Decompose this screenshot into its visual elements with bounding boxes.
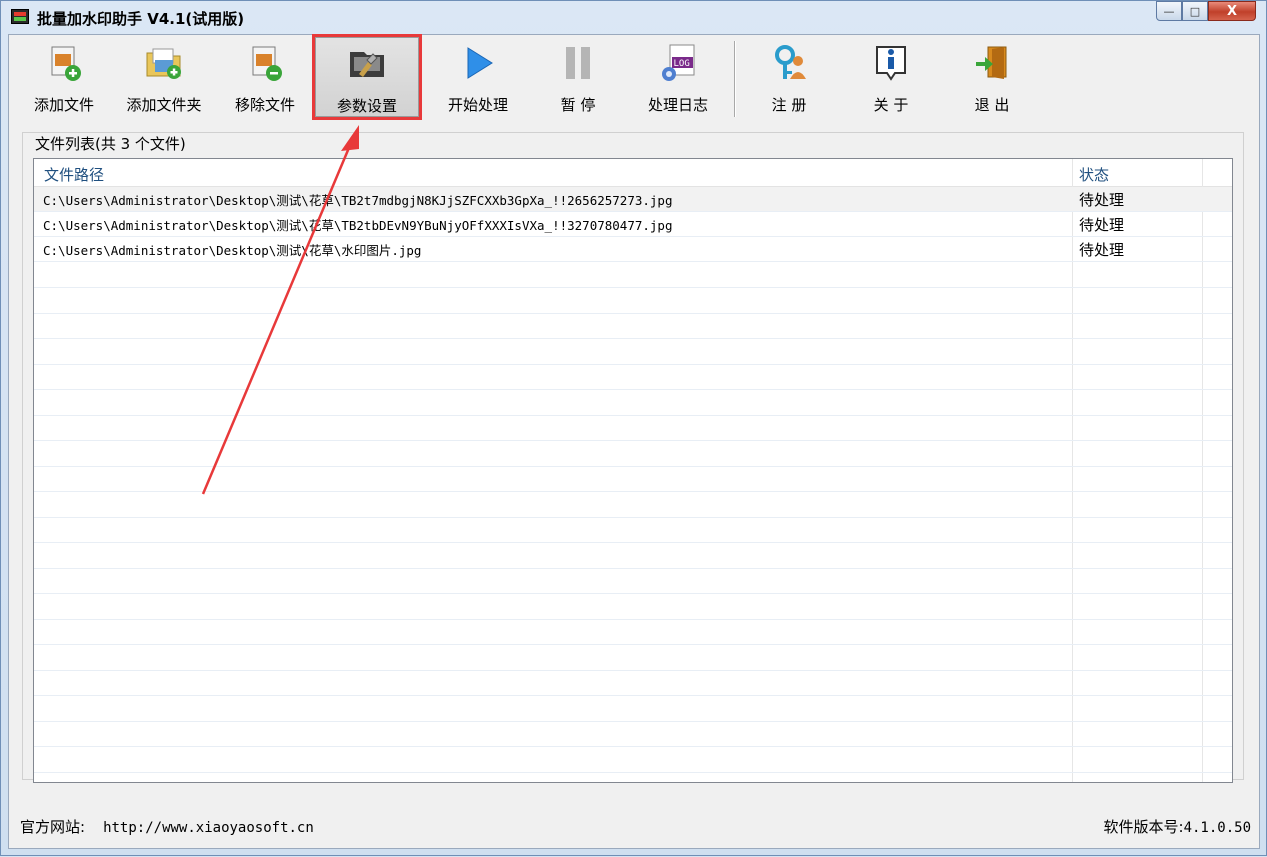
register-button[interactable]: 注 册	[751, 37, 827, 117]
add-file-button[interactable]: 添加文件	[22, 37, 106, 117]
about-button[interactable]: 关 于	[853, 37, 929, 117]
toolbar-label: 参数设置	[336, 97, 397, 115]
remove-file-icon	[252, 46, 282, 81]
log-button[interactable]: LOG 处理日志	[633, 37, 723, 117]
file-path-cell: C:\Users\Administrator\Desktop\测试\花草\TB2…	[43, 218, 673, 233]
settings-button[interactable]: 参数设置	[312, 34, 422, 120]
toolbar: 添加文件 添加文件夹 移除文件 参数设置 开始处理 暂 停 LOG 处理日志 注…	[9, 34, 1259, 121]
svg-text:LOG: LOG	[674, 59, 690, 69]
toolbar-separator	[734, 41, 736, 117]
maximize-icon: □	[1189, 4, 1201, 18]
empty-row-line	[34, 491, 1232, 492]
close-button[interactable]: X	[1208, 1, 1256, 21]
table-row[interactable]: C:\Users\Administrator\Desktop\测试\花草\TB2…	[34, 187, 1232, 212]
maximize-button[interactable]: □	[1182, 1, 1208, 21]
close-icon: X	[1226, 3, 1238, 19]
toolbar-label: 移除文件	[234, 96, 295, 114]
empty-row-line	[34, 465, 1232, 467]
website-label: 官方网站:	[20, 818, 86, 836]
empty-row-line	[34, 389, 1232, 390]
status-cell: 待处理	[1079, 191, 1125, 209]
empty-row-line	[34, 771, 1232, 773]
table-row[interactable]: C:\Users\Administrator\Desktop\测试\花草\TB2…	[34, 212, 1232, 237]
toolbar-label: 添加文件夹	[126, 96, 202, 114]
settings-icon	[350, 52, 384, 77]
column-header-status[interactable]: 状态	[1079, 164, 1109, 185]
file-path-cell: C:\Users\Administrator\Desktop\测试\花草\水印图…	[43, 243, 422, 258]
footer-version: 软件版本号:4.1.0.50	[1104, 816, 1252, 837]
empty-row-line	[34, 516, 1232, 518]
empty-row-line	[34, 746, 1232, 747]
empty-row-line	[34, 593, 1232, 594]
start-button[interactable]: 开始处理	[433, 37, 523, 117]
info-icon	[876, 46, 906, 81]
empty-row-line	[34, 618, 1232, 620]
status-cell: 待处理	[1079, 216, 1125, 234]
empty-row-line	[34, 287, 1232, 288]
file-list-group-label: 文件列表(共 3 个文件)	[33, 133, 188, 154]
empty-row-line	[34, 440, 1232, 441]
website-link[interactable]: http://www.xiaoyaosoft.cn	[103, 820, 314, 836]
add-file-icon	[51, 46, 81, 81]
version-number: 4.1.0.50	[1183, 820, 1251, 836]
toolbar-label: 处理日志	[647, 96, 708, 114]
empty-row-line	[34, 363, 1232, 365]
list-header: 文件路径 状态	[34, 159, 1232, 187]
empty-row-line	[34, 567, 1232, 569]
client-area: 添加文件 添加文件夹 移除文件 参数设置 开始处理 暂 停 LOG 处理日志 注…	[8, 34, 1260, 849]
toolbar-label: 开始处理	[447, 96, 508, 114]
minimize-button[interactable]: —	[1156, 1, 1182, 21]
toolbar-label: 退 出	[974, 96, 1010, 114]
column-header-path[interactable]: 文件路径	[44, 164, 104, 185]
toolbar-label: 关 于	[873, 96, 909, 114]
minimize-icon: —	[1163, 4, 1175, 18]
empty-row-line	[34, 542, 1232, 543]
exit-door-icon	[976, 46, 1007, 79]
empty-row-line	[34, 695, 1232, 696]
key-icon	[775, 45, 806, 79]
table-row[interactable]: C:\Users\Administrator\Desktop\测试\花草\水印图…	[34, 237, 1232, 262]
empty-row-line	[34, 644, 1232, 645]
play-icon	[467, 47, 493, 79]
empty-row-line	[34, 312, 1232, 314]
toolbar-label: 添加文件	[33, 96, 94, 114]
toolbar-label: 暂 停	[560, 96, 596, 114]
toolbar-label: 注 册	[771, 96, 807, 114]
exit-button[interactable]: 退 出	[954, 37, 1030, 117]
window-title: 批量加水印助手 V4.1(试用版)	[37, 10, 245, 28]
file-path-cell: C:\Users\Administrator\Desktop\测试\花草\TB2…	[43, 193, 673, 208]
add-folder-icon	[146, 48, 181, 79]
empty-row-line	[34, 669, 1232, 671]
file-list-view[interactable]: 文件路径 状态 C:\Users\Administrator\Desktop\测…	[33, 158, 1233, 783]
app-window: 批量加水印助手 V4.1(试用版) — □ X 添加文件 添加文件夹 移除文件 …	[0, 0, 1267, 856]
log-icon: LOG	[662, 44, 695, 81]
empty-row-line	[34, 338, 1232, 339]
remove-file-button[interactable]: 移除文件	[223, 37, 307, 117]
title-bar[interactable]: 批量加水印助手 V4.1(试用版) — □ X	[1, 1, 1266, 34]
pause-button[interactable]: 暂 停	[539, 37, 617, 117]
empty-row-line	[34, 720, 1232, 722]
add-folder-button[interactable]: 添加文件夹	[114, 37, 214, 117]
version-label: 软件版本号:	[1103, 818, 1184, 836]
status-cell: 待处理	[1079, 241, 1125, 259]
footer-website: 官方网站: http://www.xiaoyaosoft.cn	[20, 816, 314, 837]
pause-icon	[566, 47, 590, 79]
empty-row-line	[34, 414, 1232, 416]
app-logo-icon	[11, 9, 29, 24]
